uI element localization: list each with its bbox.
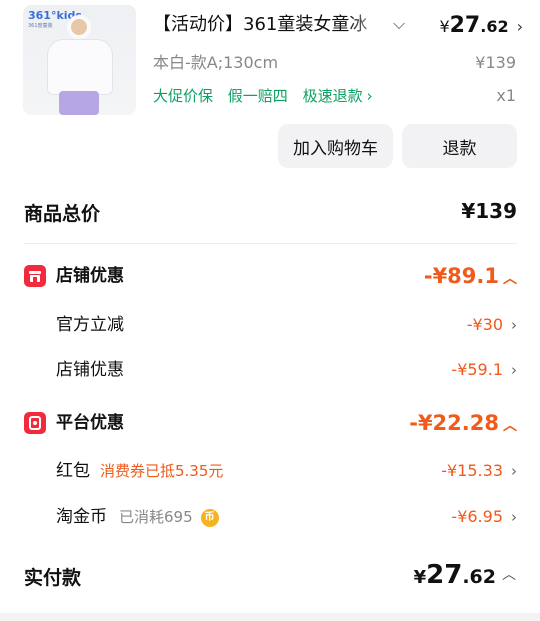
chevron-right-icon: › — [511, 462, 517, 480]
discount-item[interactable]: 红包 消费券已抵5.35元 -¥15.33 › — [56, 459, 517, 485]
platform-discount-label: 平台优惠 — [56, 413, 124, 433]
goods-total-row: 商品总价 ¥139 — [24, 199, 517, 227]
chevron-up-icon[interactable]: ︿ — [503, 271, 517, 287]
chevron-right-icon[interactable]: › — [517, 17, 523, 36]
discount-item[interactable]: 淘金币 已消耗695 币 -¥6.95 › — [56, 505, 517, 531]
chevron-right-icon: › — [511, 361, 517, 379]
chevron-up-icon[interactable]: ︿ — [502, 567, 516, 583]
goods-total-label: 商品总价 — [24, 203, 101, 225]
add-to-cart-button[interactable]: 加入购物车 — [278, 124, 393, 168]
chevron-right-icon: › — [511, 316, 517, 334]
tag-fake-compensation: 假一赔四 — [227, 87, 288, 105]
product-variant: 本白-款A;130cm — [153, 53, 279, 72]
platform-discount-header[interactable]: 平台优惠 -¥22.28 ︿ — [24, 411, 517, 438]
amount-paid-label: 实付款 — [24, 567, 82, 589]
platform-icon — [24, 412, 46, 434]
amount-paid-value: ¥27.62 ︿ — [413, 560, 516, 590]
tag-fast-refund: 极速退款 — [302, 87, 363, 105]
product-thumbnail[interactable]: 361°kids 361度童装 — [23, 5, 136, 115]
coin-icon: 币 — [200, 509, 219, 527]
discount-item[interactable]: 店铺优惠 -¥59.1 › — [56, 358, 517, 384]
divider — [24, 243, 517, 244]
coupon-note: 消费券已抵5.35元 — [100, 462, 224, 480]
item-quantity: x1 — [496, 86, 516, 105]
original-price: ¥139 — [475, 53, 516, 72]
platform-discount-value: -¥22.28 ︿ — [409, 411, 517, 435]
item-price: ¥27.62 › — [439, 13, 523, 38]
discount-item[interactable]: 官方立减 -¥30 › — [56, 313, 517, 339]
chevron-right-icon: › — [511, 508, 517, 526]
chevron-up-icon[interactable]: ︿ — [503, 418, 517, 434]
order-item[interactable]: 361°kids 361度童装 【活动价】361童装女童冰 ⌵ ¥27.62 › … — [0, 0, 540, 180]
store-icon — [24, 265, 46, 287]
store-discount-header[interactable]: 店铺优惠 -¥89.1 ︿ — [24, 264, 517, 291]
store-discount-value: -¥89.1 ︿ — [423, 264, 517, 288]
goods-total-value: ¥139 — [461, 199, 517, 223]
section-separator — [0, 613, 540, 621]
refund-button[interactable]: 退款 — [402, 124, 517, 168]
store-discount-label: 店铺优惠 — [56, 266, 124, 286]
chevron-right-icon: › — [366, 87, 373, 105]
chevron-down-icon[interactable]: ⌵ — [393, 14, 405, 34]
coin-note: 已消耗695 币 — [119, 505, 219, 529]
tag-price-protect: 大促价保 — [153, 87, 214, 105]
service-tags[interactable]: 大促价保 假一赔四 极速退款 › — [153, 85, 383, 107]
